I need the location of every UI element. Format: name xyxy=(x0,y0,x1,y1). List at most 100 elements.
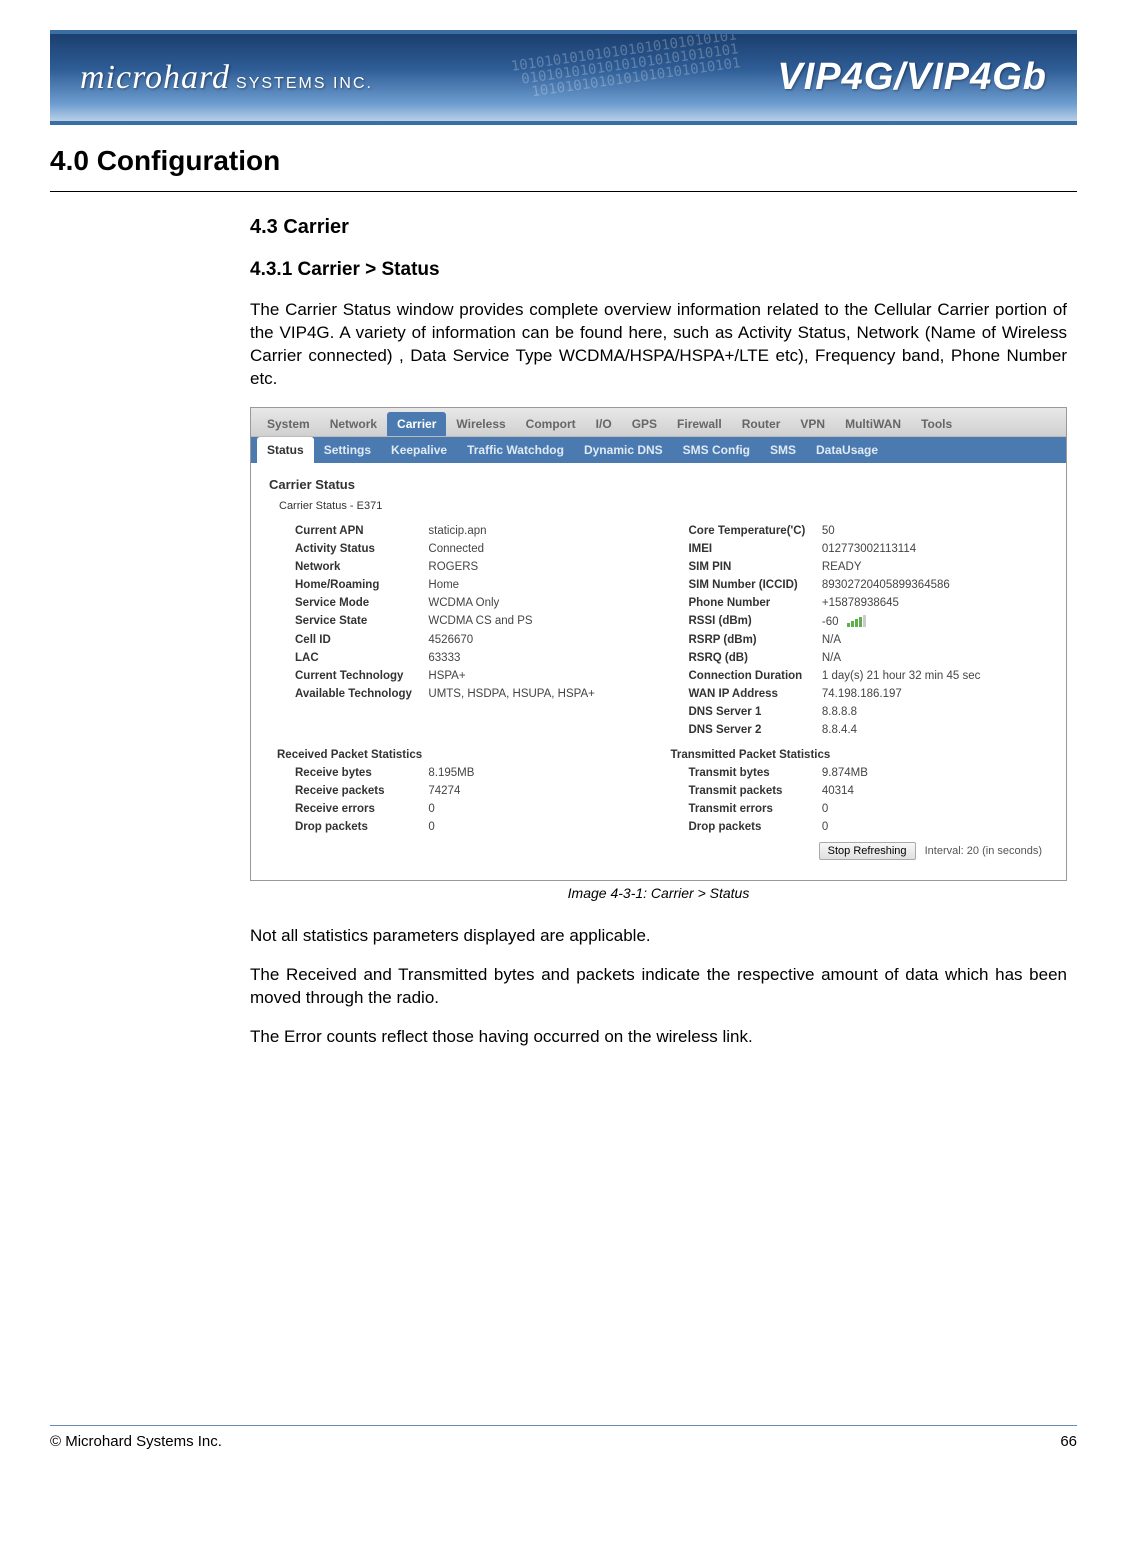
label-current-apn: Current APN xyxy=(265,522,422,540)
sub-tab-dynamic-dns[interactable]: Dynamic DNS xyxy=(574,437,673,463)
sub-tab-sms-config[interactable]: SMS Config xyxy=(673,437,760,463)
label-lac: LAC xyxy=(265,649,422,667)
sub-tab-status[interactable]: Status xyxy=(257,437,314,463)
chapter-title: 4.0 Configuration xyxy=(50,145,1077,177)
label-phone-number: Phone Number xyxy=(658,594,815,612)
value-network: ROGERS xyxy=(422,558,658,576)
brand-name: microhard xyxy=(80,59,230,96)
label-available-technology: Available Technology xyxy=(265,685,422,703)
value-cell-id: 4526670 xyxy=(422,631,658,649)
label-wan-ip-address: WAN IP Address xyxy=(658,685,815,703)
sub-tab-keepalive[interactable]: Keepalive xyxy=(381,437,457,463)
label-drop-packets: Drop packets xyxy=(265,818,422,836)
sub-tab-datausage[interactable]: DataUsage xyxy=(806,437,888,463)
label-rsrp-dbm-: RSRP (dBm) xyxy=(658,631,815,649)
value-core-temperature-c-: 50 xyxy=(816,522,1052,540)
main-tab-vpn[interactable]: VPN xyxy=(790,412,835,436)
main-tab-system[interactable]: System xyxy=(257,412,320,436)
main-tab-wireless[interactable]: Wireless xyxy=(446,412,515,436)
label-receive-packets: Receive packets xyxy=(265,782,422,800)
value-current-apn: staticip.apn xyxy=(422,522,658,540)
value-drop-packets: 0 xyxy=(422,818,658,836)
section-title: 4.3 Carrier xyxy=(250,216,1067,239)
brand-sub: SYSTEMS INC. xyxy=(236,75,373,92)
main-tab-gps[interactable]: GPS xyxy=(622,412,667,436)
label-transmit-errors: Transmit errors xyxy=(658,800,815,818)
value-drop-packets: 0 xyxy=(816,818,1052,836)
sub-tabs: StatusSettingsKeepaliveTraffic WatchdogD… xyxy=(251,437,1066,463)
page-footer: © Microhard Systems Inc. 66 xyxy=(0,1425,1127,1470)
value-service-state: WCDMA CS and PS xyxy=(422,612,658,631)
figure-caption: Image 4-3-1: Carrier > Status xyxy=(250,885,1067,901)
value-dns-server-1: 8.8.8.8 xyxy=(816,703,1052,721)
label-network: Network xyxy=(265,558,422,576)
value-connection-duration: 1 day(s) 21 hour 32 min 45 sec xyxy=(816,667,1052,685)
value-transmit-errors: 0 xyxy=(816,800,1052,818)
intro-paragraph: The Carrier Status window provides compl… xyxy=(250,299,1067,391)
value-imei: 012773002113114 xyxy=(816,540,1052,558)
value-receive-packets: 74274 xyxy=(422,782,658,800)
label-receive-bytes: Receive bytes xyxy=(265,764,422,782)
label-sim-number-iccid-: SIM Number (ICCID) xyxy=(658,576,815,594)
main-tab-firewall[interactable]: Firewall xyxy=(667,412,732,436)
value-available-technology: UMTS, HSDPA, HSUPA, HSPA+ xyxy=(422,685,658,703)
header-banner: 101010101010101010101010101 010101010101… xyxy=(50,30,1077,125)
value-activity-status: Connected xyxy=(422,540,658,558)
copyright: © Microhard Systems Inc. xyxy=(50,1433,222,1450)
value-rssi-dbm-: -60 xyxy=(816,612,1052,631)
label-home-roaming: Home/Roaming xyxy=(265,576,422,594)
main-tab-i/o[interactable]: I/O xyxy=(586,412,622,436)
product-name: VIP4G/VIP4Gb xyxy=(777,56,1047,99)
label-connection-duration: Connection Duration xyxy=(658,667,815,685)
paragraph-2: Not all statistics parameters displayed … xyxy=(250,925,1067,948)
value-sim-number-iccid-: 89302720405899364586 xyxy=(816,576,1052,594)
paragraph-3: The Received and Transmitted bytes and p… xyxy=(250,964,1067,1010)
page-number: 66 xyxy=(1060,1433,1077,1450)
label-service-mode: Service Mode xyxy=(265,594,422,612)
stop-refreshing-button[interactable]: Stop Refreshing xyxy=(819,842,916,860)
label-activity-status: Activity Status xyxy=(265,540,422,558)
sub-tab-traffic-watchdog[interactable]: Traffic Watchdog xyxy=(457,437,574,463)
value-service-mode: WCDMA Only xyxy=(422,594,658,612)
value-current-technology: HSPA+ xyxy=(422,667,658,685)
label-current-technology: Current Technology xyxy=(265,667,422,685)
ui-screenshot: SystemNetworkCarrierWirelessComportI/OGP… xyxy=(250,407,1067,881)
main-tab-multiwan[interactable]: MultiWAN xyxy=(835,412,911,436)
panel-title: Carrier Status xyxy=(269,477,1052,492)
value-home-roaming: Home xyxy=(422,576,658,594)
value-rsrp-dbm-: N/A xyxy=(816,631,1052,649)
rx-stats-header: Received Packet Statistics xyxy=(265,739,658,764)
value-dns-server-2: 8.8.4.4 xyxy=(816,721,1052,739)
label-receive-errors: Receive errors xyxy=(265,800,422,818)
label-dns-server-2: DNS Server 2 xyxy=(658,721,815,739)
value-sim-pin: READY xyxy=(816,558,1052,576)
main-tab-tools[interactable]: Tools xyxy=(911,412,962,436)
value-receive-errors: 0 xyxy=(422,800,658,818)
sub-tab-sms[interactable]: SMS xyxy=(760,437,806,463)
label-imei: IMEI xyxy=(658,540,815,558)
value-phone-number: +15878938645 xyxy=(816,594,1052,612)
brand-logo: microhard SYSTEMS INC. xyxy=(80,59,373,97)
main-tab-carrier[interactable]: Carrier xyxy=(387,412,446,436)
interval-text: Interval: 20 (in seconds) xyxy=(925,845,1042,857)
panel-subtitle: Carrier Status - E371 xyxy=(279,500,1052,512)
label-core-temperature-c-: Core Temperature('C) xyxy=(658,522,815,540)
tx-stats-header: Transmitted Packet Statistics xyxy=(658,739,1052,764)
sub-tab-settings[interactable]: Settings xyxy=(314,437,381,463)
signal-bars-icon xyxy=(847,615,866,627)
value-rsrq-db-: N/A xyxy=(816,649,1052,667)
label-service-state: Service State xyxy=(265,612,422,631)
main-tab-network[interactable]: Network xyxy=(320,412,387,436)
main-tabs: SystemNetworkCarrierWirelessComportI/OGP… xyxy=(251,408,1066,437)
label-transmit-packets: Transmit packets xyxy=(658,782,815,800)
subsection-title: 4.3.1 Carrier > Status xyxy=(250,259,1067,281)
main-tab-comport[interactable]: Comport xyxy=(516,412,586,436)
label-dns-server-1: DNS Server 1 xyxy=(658,703,815,721)
value-transmit-bytes: 9.874MB xyxy=(816,764,1052,782)
main-tab-router[interactable]: Router xyxy=(732,412,791,436)
divider xyxy=(50,191,1077,192)
label-cell-id: Cell ID xyxy=(265,631,422,649)
value-transmit-packets: 40314 xyxy=(816,782,1052,800)
label-transmit-bytes: Transmit bytes xyxy=(658,764,815,782)
paragraph-4: The Error counts reflect those having oc… xyxy=(250,1026,1067,1049)
